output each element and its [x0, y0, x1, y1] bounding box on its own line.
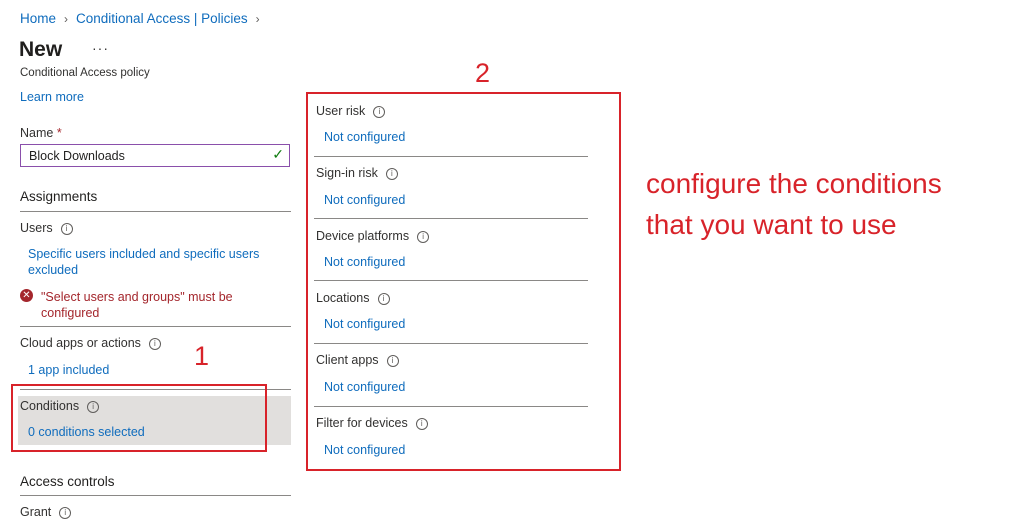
annotation-note: configure the conditions that you want t… [646, 163, 942, 245]
client-apps-label-text: Client apps [316, 353, 379, 367]
divider [20, 495, 291, 496]
divider [314, 218, 588, 219]
user-risk-label-text: User risk [316, 104, 366, 118]
users-label-text: Users [20, 221, 53, 235]
access-controls-heading: Access controls [20, 474, 115, 489]
info-icon[interactable]: i [385, 167, 398, 180]
user-risk-value-link[interactable]: Not configured [324, 130, 405, 144]
breadcrumb-policies[interactable]: Conditional Access | Policies [76, 11, 248, 26]
divider [314, 343, 588, 344]
info-icon[interactable]: i [373, 105, 386, 118]
breadcrumb-home[interactable]: Home [20, 11, 56, 26]
info-icon[interactable]: i [148, 337, 161, 350]
name-field-value: Block Downloads [29, 149, 125, 163]
grant-label-text: Grant [20, 505, 52, 519]
sign-in-risk-value-link[interactable]: Not configured [324, 193, 405, 207]
required-mark: * [56, 126, 62, 140]
cloud-apps-value-link[interactable]: 1 app included [28, 363, 109, 377]
user-risk-label: User risk i [316, 104, 386, 118]
cloud-apps-label-text: Cloud apps or actions [20, 336, 141, 350]
annotation-box-1 [11, 384, 267, 452]
info-icon[interactable]: i [377, 292, 390, 305]
device-platforms-label: Device platforms i [316, 229, 430, 243]
device-platforms-value-link[interactable]: Not configured [324, 255, 405, 269]
locations-label-text: Locations [316, 291, 370, 305]
info-icon[interactable]: i [386, 354, 399, 367]
locations-label: Locations i [316, 291, 390, 305]
divider [314, 156, 588, 157]
locations-value-link[interactable]: Not configured [324, 317, 405, 331]
info-icon[interactable]: i [60, 222, 73, 235]
divider [314, 280, 588, 281]
annotation-note-line-1: configure the conditions [646, 168, 942, 199]
info-icon[interactable]: i [415, 417, 428, 430]
client-apps-label: Client apps i [316, 353, 399, 367]
sign-in-risk-label: Sign-in risk i [316, 166, 398, 180]
annotation-note-line-2: that you want to use [646, 209, 897, 240]
annotation-box-2 [306, 92, 621, 471]
error-icon: ✕ [20, 289, 33, 302]
filter-for-devices-label: Filter for devices i [316, 416, 428, 430]
checkmark-icon: ✓ [272, 146, 284, 162]
name-label: Name * [20, 126, 62, 140]
chevron-right-icon: › [64, 11, 69, 26]
assignments-heading: Assignments [20, 189, 98, 204]
breadcrumb: Home › Conditional Access | Policies › [20, 11, 260, 26]
name-field[interactable]: Block Downloads ✓ [20, 144, 290, 167]
more-options-button[interactable]: ··· [92, 40, 109, 56]
divider [20, 326, 291, 327]
users-error-text: "Select users and groups" must be config… [41, 290, 233, 320]
page-title: New [19, 38, 63, 61]
filter-for-devices-value-link[interactable]: Not configured [324, 443, 405, 457]
name-label-text: Name [20, 126, 54, 140]
page-subtitle: Conditional Access policy [20, 67, 150, 79]
chevron-right-icon: › [255, 11, 260, 26]
info-icon[interactable]: i [59, 506, 72, 519]
users-value-link[interactable]: Specific users included and specific use… [28, 246, 283, 278]
learn-more-link[interactable]: Learn more [20, 90, 84, 104]
cloud-apps-label: Cloud apps or actions i [20, 336, 161, 350]
divider [20, 211, 291, 212]
info-icon[interactable]: i [417, 230, 430, 243]
grant-label: Grant i [20, 505, 72, 519]
annotation-step-1: 1 [194, 341, 210, 371]
client-apps-value-link[interactable]: Not configured [324, 380, 405, 394]
divider [314, 406, 588, 407]
sign-in-risk-label-text: Sign-in risk [316, 166, 378, 180]
users-error: ✕ "Select users and groups" must be conf… [20, 289, 280, 321]
filter-for-devices-label-text: Filter for devices [316, 416, 408, 430]
device-platforms-label-text: Device platforms [316, 229, 410, 243]
annotation-step-2: 2 [475, 58, 491, 88]
users-label: Users i [20, 221, 73, 235]
